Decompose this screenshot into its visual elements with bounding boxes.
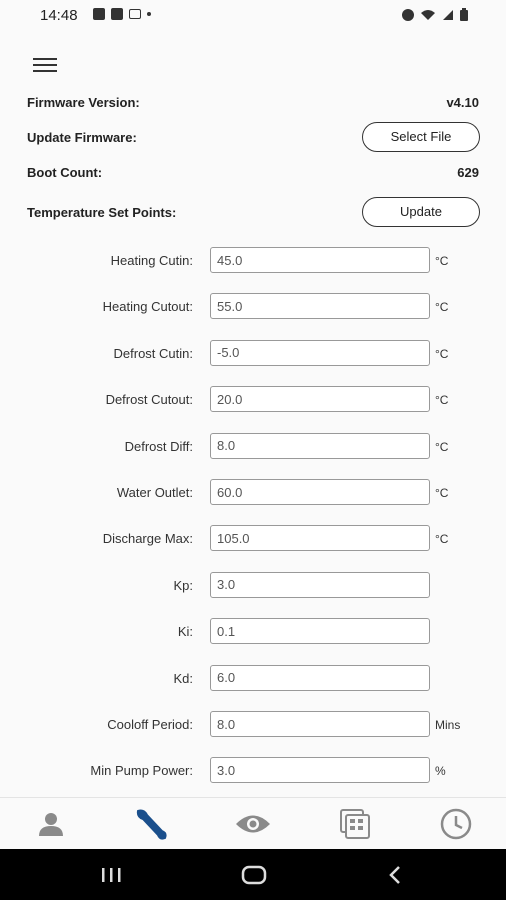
firmware-version-label: Firmware Version: bbox=[27, 95, 140, 110]
param-label: Water Outlet: bbox=[116, 485, 193, 500]
wifi-icon bbox=[421, 9, 435, 20]
param-input[interactable] bbox=[210, 571, 430, 598]
boot-count-row: Boot Count: 629 bbox=[27, 165, 479, 180]
eye-icon[interactable] bbox=[223, 798, 283, 850]
param-input[interactable] bbox=[210, 247, 430, 273]
select-file-button[interactable]: Select File bbox=[362, 122, 480, 152]
param-unit: % bbox=[435, 764, 446, 779]
param-unit: °C bbox=[435, 532, 449, 547]
param-label: Kd: bbox=[173, 670, 193, 686]
teams-icon bbox=[111, 8, 123, 20]
param-row: Kd: bbox=[0, 664, 506, 693]
param-label: Kp: bbox=[173, 577, 193, 593]
system-status-icons bbox=[402, 8, 468, 21]
param-row: Defrost Cutout: °C bbox=[0, 386, 506, 414]
firmware-version-value: v4.10 bbox=[446, 95, 479, 110]
param-unit: °C bbox=[435, 486, 449, 500]
param-input[interactable] bbox=[210, 711, 430, 737]
clock-icon[interactable] bbox=[426, 798, 486, 850]
param-row: Water Outlet: °C bbox=[0, 479, 506, 507]
param-row: Defrost Diff: °C bbox=[0, 432, 506, 461]
recents-icon[interactable] bbox=[100, 863, 130, 887]
home-icon[interactable] bbox=[240, 863, 270, 887]
param-unit: Mins bbox=[435, 718, 461, 732]
hamburger-menu-icon[interactable] bbox=[33, 58, 57, 76]
param-row: Discharge Max: °C bbox=[0, 525, 506, 553]
param-input[interactable] bbox=[210, 525, 430, 552]
param-label: Heating Cutout: bbox=[102, 299, 193, 315]
param-input[interactable] bbox=[210, 432, 430, 459]
signal-icon bbox=[443, 9, 453, 20]
param-row: Heating Cutin: °C bbox=[0, 247, 506, 275]
notification-icons bbox=[93, 8, 151, 20]
wrench-icon[interactable] bbox=[122, 798, 182, 850]
param-label: Defrost Cutout: bbox=[105, 392, 193, 408]
param-unit: °C bbox=[435, 439, 449, 454]
status-time: 14:48 bbox=[40, 7, 78, 24]
param-unit: °C bbox=[435, 254, 449, 268]
boot-count-value: 629 bbox=[457, 165, 479, 180]
param-input[interactable] bbox=[210, 339, 430, 366]
param-row: Defrost Cutin: °C bbox=[0, 339, 506, 368]
param-row: Heating Cutout: °C bbox=[0, 293, 506, 321]
update-button[interactable]: Update bbox=[362, 197, 480, 227]
param-unit: °C bbox=[435, 346, 449, 361]
update-firmware-label: Update Firmware: bbox=[27, 130, 137, 145]
param-row: Cooloff Period: Mins bbox=[0, 711, 506, 739]
firmware-version-row: Firmware Version: v4.10 bbox=[27, 95, 479, 110]
param-input[interactable] bbox=[210, 293, 430, 320]
param-label: Min Pump Power: bbox=[90, 763, 193, 779]
status-bar: 14:48 bbox=[0, 0, 506, 32]
param-input[interactable] bbox=[210, 618, 430, 645]
set-points-label: Temperature Set Points: bbox=[27, 205, 177, 220]
battery-icon bbox=[460, 8, 468, 21]
bottom-navigation bbox=[0, 797, 506, 850]
calculator-icon[interactable] bbox=[325, 798, 385, 850]
param-input[interactable] bbox=[210, 386, 430, 413]
alarm-icon bbox=[402, 8, 414, 21]
back-icon[interactable] bbox=[384, 863, 414, 887]
param-input[interactable] bbox=[210, 664, 430, 691]
param-input[interactable] bbox=[210, 479, 430, 505]
image-icon bbox=[93, 8, 105, 20]
dot-icon bbox=[147, 12, 151, 16]
param-label: Ki: bbox=[177, 624, 193, 640]
param-label: Defrost Cutin: bbox=[113, 345, 193, 361]
param-label: Heating Cutin: bbox=[110, 253, 193, 268]
param-input[interactable] bbox=[210, 757, 430, 784]
param-row: Ki: bbox=[0, 618, 506, 646]
person-icon[interactable] bbox=[21, 798, 81, 850]
boot-count-label: Boot Count: bbox=[27, 165, 103, 180]
param-unit: °C bbox=[435, 300, 449, 315]
param-row: Kp: bbox=[0, 571, 506, 600]
system-navigation-bar bbox=[0, 849, 506, 900]
param-label: Cooloff Period: bbox=[107, 717, 193, 732]
param-unit: °C bbox=[435, 393, 449, 408]
param-row: Min Pump Power:% bbox=[0, 757, 506, 785]
mail-icon bbox=[129, 9, 141, 19]
param-label: Defrost Diff: bbox=[124, 438, 193, 454]
param-label: Discharge Max: bbox=[102, 531, 193, 547]
